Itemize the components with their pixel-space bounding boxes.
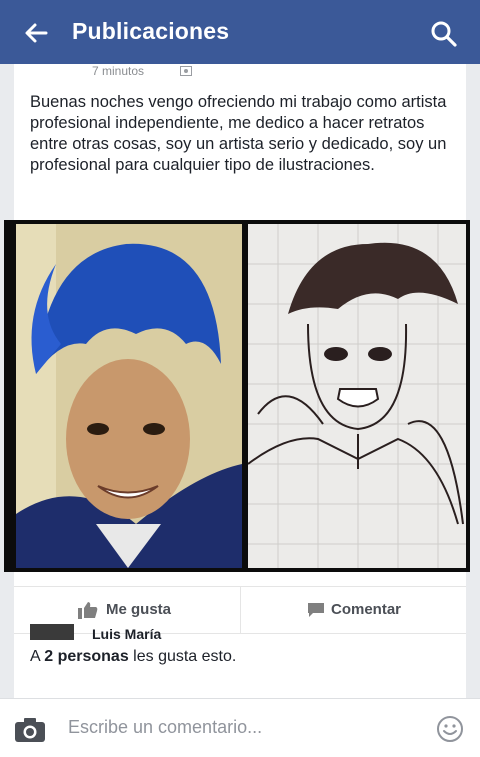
- likes-count: 2 personas: [44, 648, 129, 665]
- likes-prefix: A: [30, 648, 45, 665]
- comment-preview: Luis María: [14, 620, 466, 640]
- comment-label: Comentar: [331, 601, 402, 618]
- commenter-name[interactable]: Luis María: [92, 626, 161, 640]
- thumbs-up-icon: [78, 602, 98, 619]
- like-label: Me gusta: [106, 601, 172, 618]
- avatar[interactable]: [30, 624, 74, 640]
- search-icon[interactable]: [430, 20, 458, 48]
- top-bar: Publicaciones: [0, 0, 480, 64]
- post-text: Buenas noches vengo ofreciendo mi trabaj…: [30, 93, 447, 174]
- emoji-icon[interactable]: [436, 715, 464, 743]
- camera-icon[interactable]: [14, 717, 46, 743]
- post-timestamp: 7 minutos: [92, 64, 145, 78]
- likes-summary[interactable]: A 2 personas les gusta esto.: [30, 648, 236, 666]
- comment-input[interactable]: Escribe un comentario...: [68, 717, 408, 743]
- selfie-photo[interactable]: [16, 224, 242, 568]
- likes-suffix: les gusta esto.: [128, 648, 237, 665]
- page-title: Publicaciones: [72, 18, 230, 44]
- back-arrow-icon[interactable]: [22, 19, 50, 47]
- comment-bubble-icon: [308, 603, 324, 617]
- post-photos[interactable]: [4, 220, 470, 572]
- audience-icon: [180, 66, 192, 76]
- comment-composer: Escribe un comentario...: [0, 698, 480, 757]
- drawing-photo[interactable]: [248, 224, 466, 568]
